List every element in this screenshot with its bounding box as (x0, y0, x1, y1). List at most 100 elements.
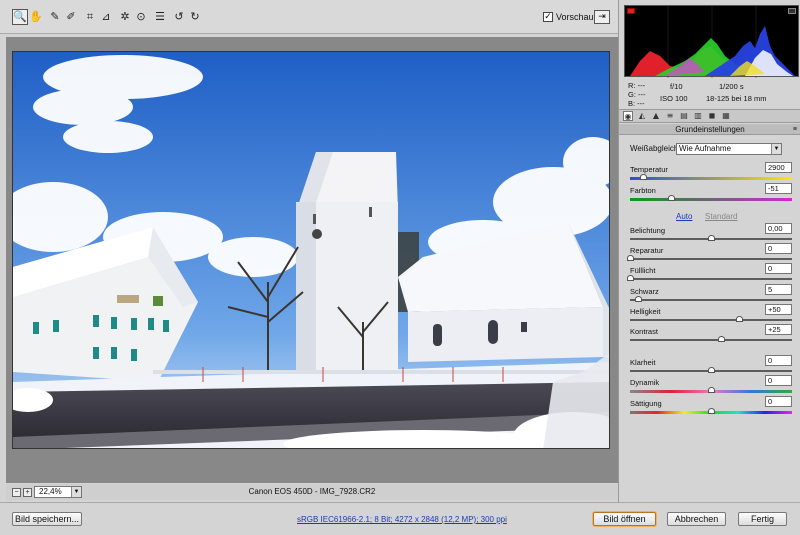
file-info: Canon EOS 450D - IMG_7928.CR2 (248, 487, 376, 496)
done-button[interactable]: Fertig (738, 512, 787, 526)
r-readout: R: --- (628, 81, 646, 90)
slider-value-input[interactable]: +25 (765, 324, 792, 335)
camera-calibration-tab-icon[interactable]: ◼ (707, 111, 717, 121)
cancel-button[interactable]: Abbrechen (667, 512, 726, 526)
photo-image (13, 52, 609, 448)
slider-label: Kontrast (630, 327, 658, 336)
slider-label: Temperatur (630, 165, 668, 174)
slider-value-input[interactable]: 0 (765, 396, 792, 407)
fullscreen-icon[interactable]: ⇥ (594, 10, 610, 24)
slider-track[interactable] (630, 278, 792, 280)
slider-label: Farbton (630, 186, 656, 195)
save-image-button[interactable]: Bild speichern... (12, 512, 82, 526)
split-toning-tab-icon[interactable]: ▤ (679, 111, 689, 121)
chevron-down-icon[interactable]: ▼ (771, 144, 781, 154)
slider-con: Kontrast +25 (628, 324, 794, 347)
preview-label: Vorschau (556, 12, 594, 22)
slider-thumb[interactable] (708, 367, 715, 373)
g-readout: G: --- (628, 90, 646, 99)
slider-track[interactable] (630, 258, 792, 260)
panel-menu-icon[interactable]: ≡ (793, 124, 797, 135)
presets-tab-icon[interactable]: ▦ (721, 111, 731, 121)
slider-track[interactable] (630, 198, 792, 201)
slider-label: Sättigung (630, 399, 662, 408)
preferences-tool[interactable]: ☰ (152, 9, 168, 25)
b-readout: B: --- (628, 99, 645, 108)
slider-label: Klarheit (630, 358, 656, 367)
slider-value-input[interactable]: 0 (765, 243, 792, 254)
rotate-right-tool[interactable]: ↻ (187, 9, 203, 25)
slider-value-input[interactable]: 0,00 (765, 223, 792, 234)
slider-tint: Farbton -51 (628, 183, 794, 206)
slider-thumb[interactable] (635, 296, 643, 302)
slider-label: Schwarz (630, 287, 659, 296)
slider-fill: Fülllicht 0 (627, 263, 794, 286)
panel-tabs: ◉ ◭ ▲ ≡ ▤ ▥ ◼ ▦ (619, 109, 800, 123)
slider-label: Reparatur (630, 246, 664, 255)
slider-value-input[interactable]: 5 (765, 284, 792, 295)
red-eye-tool[interactable]: ⊙ (133, 9, 149, 25)
histogram (624, 5, 799, 78)
shutter-speed: 1/200 s (719, 82, 744, 91)
bottom-bar: Bild speichern... sRGB IEC61966-2.1; 8 B… (0, 502, 800, 535)
shadow-clipping-toggle[interactable] (627, 8, 635, 14)
section-title-label: Grundeinstellungen (675, 125, 745, 134)
slider-track[interactable] (630, 299, 792, 301)
tone-curve-tab-icon[interactable]: ◭ (637, 111, 647, 121)
lens: 18-125 bei 18 mm (706, 94, 767, 103)
slider-thumb[interactable] (667, 195, 675, 201)
slider-vib: Dynamik 0 (628, 375, 794, 398)
status-bar: − + 22,4% ▼ Canon EOS 450D - IMG_7928.CR… (6, 484, 618, 500)
rgb-readout: R: --- G: --- B: --- (628, 81, 646, 108)
slider-label: Dynamik (630, 378, 660, 387)
white-balance-select[interactable]: Wie Aufnahme ▼ (676, 143, 782, 155)
slider-track[interactable] (630, 177, 792, 180)
zoom-tool[interactable]: 🔍 (12, 9, 28, 25)
detail-tab-icon[interactable]: ▲ (651, 111, 661, 121)
highlight-clipping-toggle[interactable] (788, 8, 796, 14)
slider-thumb[interactable] (627, 255, 634, 261)
white-balance-tool[interactable]: ✎ (47, 9, 63, 25)
slider-value-input[interactable]: 0 (765, 355, 792, 366)
slider-thumb[interactable] (708, 387, 715, 393)
color-sampler-tool[interactable]: ✐ (63, 9, 79, 25)
white-balance-value: Wie Aufnahme (679, 144, 732, 153)
preview-toggle[interactable]: ✓ Vorschau (543, 12, 594, 22)
open-image-button[interactable]: Bild öffnen (593, 512, 656, 526)
hand-tool[interactable]: ✋ (28, 9, 44, 25)
retouch-tool[interactable]: ✲ (117, 9, 133, 25)
slider-temp: Temperatur 2900 (628, 162, 794, 185)
slider-value-input[interactable]: -51 (765, 183, 792, 194)
slider-thumb[interactable] (717, 336, 725, 342)
white-balance-label: Weißabgleich: (630, 144, 681, 153)
slider-thumb[interactable] (708, 235, 715, 241)
slider-value-input[interactable]: 0 (765, 263, 792, 274)
crop-tool[interactable]: ⌗ (82, 9, 98, 25)
slider-thumb[interactable] (627, 275, 634, 281)
slider-thumb[interactable] (708, 408, 715, 414)
slider-value-input[interactable]: 0 (765, 375, 792, 386)
slider-value-input[interactable]: +50 (765, 304, 792, 315)
preview-checkbox[interactable]: ✓ (543, 12, 553, 22)
basic-tab-icon[interactable]: ◉ (623, 111, 633, 121)
slider-track[interactable] (630, 319, 792, 321)
straighten-tool[interactable]: ⊿ (98, 9, 114, 25)
slider-track[interactable] (630, 339, 792, 341)
photo-preview[interactable] (12, 51, 610, 449)
slider-label: Belichtung (630, 226, 666, 235)
aperture: f/10 (670, 82, 683, 91)
rotate-left-tool[interactable]: ↺ (171, 9, 187, 25)
info-readout: R: --- G: --- B: --- f/10 1/200 s ISO 10… (624, 78, 799, 108)
slider-thumb[interactable] (735, 316, 743, 322)
standard-link[interactable]: Standard (705, 212, 737, 221)
lens-tab-icon[interactable]: ▥ (693, 111, 703, 121)
slider-value-input[interactable]: 2900 (765, 162, 792, 173)
iso: ISO 100 (660, 94, 688, 103)
slider-label: Helligkeit (630, 307, 661, 316)
histogram-graph (630, 6, 795, 78)
hsl-tab-icon[interactable]: ≡ (665, 111, 675, 121)
workflow-options-link[interactable]: sRGB IEC61966-2.1; 8 Bit; 4272 x 2848 (1… (297, 515, 507, 524)
slider-thumb[interactable] (639, 174, 647, 180)
auto-link[interactable]: Auto (676, 212, 692, 221)
toolbar: 🔍 ✋ ✎ ✐ ⌗ ⊿ ✲ ⊙ ☰ ↺ ↻ ✓ Vorschau ⇥ (0, 0, 618, 34)
